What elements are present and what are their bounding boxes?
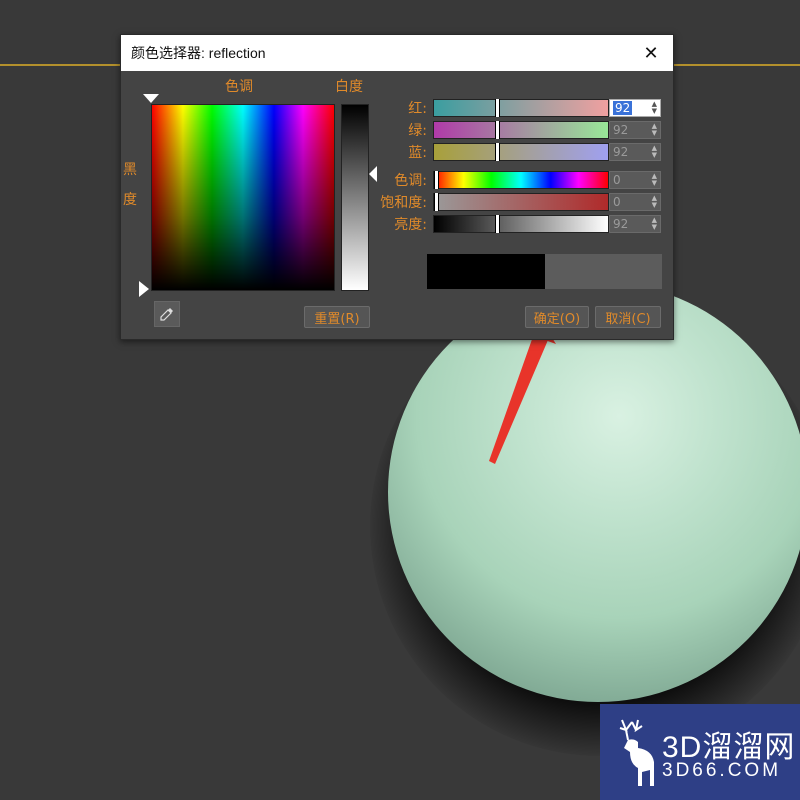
slider-thumb[interactable] xyxy=(495,215,500,233)
cancel-button[interactable]: 取消(C) xyxy=(595,306,661,328)
value-spinner[interactable]: 92 ▲ ▼ xyxy=(609,99,661,117)
color-slider[interactable] xyxy=(433,99,609,117)
value-spinner[interactable]: 92 ▲ ▼ xyxy=(609,121,661,139)
slider-thumb[interactable] xyxy=(434,171,439,189)
blackness-marker-icon[interactable] xyxy=(139,281,149,297)
spinner-arrows-icon[interactable]: ▲ ▼ xyxy=(652,145,657,159)
spinner-value[interactable]: 0 xyxy=(613,195,621,209)
spinner-arrows-icon[interactable]: ▲ ▼ xyxy=(652,101,657,115)
dialog-title: 颜色选择器: reflection xyxy=(131,45,266,61)
color-slider[interactable] xyxy=(433,171,609,189)
deer-icon xyxy=(619,719,654,786)
row-label: 绿: xyxy=(408,123,427,139)
sphere-object[interactable] xyxy=(388,282,800,702)
spinner-value[interactable]: 0 xyxy=(613,173,621,187)
hue-marker-icon[interactable] xyxy=(143,94,159,103)
original-color-swatch xyxy=(427,254,545,289)
value-spinner[interactable]: 92 ▲ ▼ xyxy=(609,143,661,161)
row-label: 饱和度: xyxy=(380,195,427,211)
hue-label: 色调 xyxy=(225,79,253,95)
color-slider[interactable] xyxy=(433,193,609,211)
watermark-sub-text: 3D66.COM xyxy=(662,760,782,781)
spinner-arrows-icon[interactable]: ▲ ▼ xyxy=(652,173,657,187)
row-label: 亮度: xyxy=(394,217,427,233)
value-spinner[interactable]: 92 ▲ ▼ xyxy=(609,215,661,233)
dialog-titlebar[interactable]: 颜色选择器: reflection ✕ xyxy=(121,35,673,71)
whiteness-bar[interactable] xyxy=(341,104,369,291)
eyedropper-icon[interactable] xyxy=(154,301,180,327)
slider-thumb[interactable] xyxy=(495,121,500,139)
close-icon[interactable]: ✕ xyxy=(639,41,663,65)
color-picker-dialog: 颜色选择器: reflection ✕ 色调 白度 黑度 重置(R) 红: 92 ▲… xyxy=(120,34,674,340)
ok-button[interactable]: 确定(O) xyxy=(525,306,589,328)
blackness-label: 黑度 xyxy=(123,162,137,208)
color-slider[interactable] xyxy=(433,121,609,139)
whiteness-label: 白度 xyxy=(335,79,363,95)
new-color-swatch xyxy=(545,254,662,289)
slider-thumb[interactable] xyxy=(434,193,439,211)
spinner-arrows-icon[interactable]: ▲ ▼ xyxy=(652,195,657,209)
slider-thumb[interactable] xyxy=(495,143,500,161)
spinner-value[interactable]: 92 xyxy=(613,145,628,159)
watermark-logo: 3D溜溜网 3D66.COM xyxy=(600,704,800,800)
slider-thumb[interactable] xyxy=(495,99,500,117)
reset-button[interactable]: 重置(R) xyxy=(304,306,370,328)
spinner-arrows-icon[interactable]: ▲ ▼ xyxy=(652,217,657,231)
row-label: 色调: xyxy=(394,173,427,189)
row-label: 蓝: xyxy=(408,145,427,161)
spinner-value[interactable]: 92 xyxy=(613,123,628,137)
spinner-arrows-icon[interactable]: ▲ ▼ xyxy=(652,123,657,137)
spinner-value[interactable]: 92 xyxy=(613,101,633,115)
color-slider[interactable] xyxy=(433,215,609,233)
color-slider[interactable] xyxy=(433,143,609,161)
row-label: 红: xyxy=(408,101,427,117)
hue-blackness-field[interactable] xyxy=(151,104,335,291)
value-spinner[interactable]: 0 ▲ ▼ xyxy=(609,193,661,211)
spinner-value[interactable]: 92 xyxy=(613,217,628,231)
value-spinner[interactable]: 0 ▲ ▼ xyxy=(609,171,661,189)
